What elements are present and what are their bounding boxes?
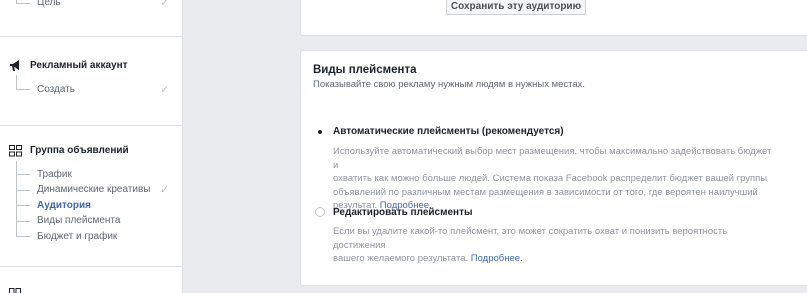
sidebar-item-create[interactable]: Создать <box>37 84 75 95</box>
tree-line <box>16 221 30 222</box>
tree-line <box>16 89 30 90</box>
check-icon: ✓ <box>160 184 170 196</box>
tree-line <box>16 3 30 4</box>
description-line: Используйте автоматический выбор мест ра… <box>333 146 772 171</box>
description-line: Если вы удалите какой-то плейсмент, это … <box>333 226 728 251</box>
description-line: охватить как можно больше людей. Система… <box>333 173 768 184</box>
sidebar-item-placements[interactable]: Виды плейсмента <box>37 215 120 226</box>
grid-icon <box>9 145 22 157</box>
check-icon: ✓ <box>160 0 170 9</box>
tree-line <box>16 190 30 191</box>
divider <box>0 266 183 267</box>
placements-title: Виды плейсмента <box>313 64 417 76</box>
sidebar-item-audience[interactable]: Аудитория <box>37 200 91 211</box>
tree-line <box>16 174 30 175</box>
megaphone-icon <box>10 60 19 71</box>
divider <box>0 36 183 37</box>
sidebar-section-ad-account[interactable]: Рекламный аккаунт <box>30 60 128 71</box>
divider <box>0 125 183 126</box>
description-line: объявлений по различным местам размещени… <box>333 186 758 198</box>
placements-subtitle: Показывайте свою рекламу нужным людям в … <box>313 79 586 90</box>
description-line: вашего желаемого результата. Подробнее. <box>333 252 773 266</box>
audience-card: Сохранить эту аудиторию <box>300 0 807 36</box>
sidebar-section-ad-group[interactable]: Группа объявлений <box>30 145 129 156</box>
check-icon: ✓ <box>160 84 170 96</box>
sidebar-item-budget-schedule[interactable]: Бюджет и график <box>37 231 117 242</box>
save-audience-button[interactable]: Сохранить эту аудиторию <box>446 0 586 15</box>
sidebar: Цель ✓ Рекламный аккаунт Создать ✓ Групп… <box>0 0 183 293</box>
radio-automatic-placements[interactable] <box>315 127 325 137</box>
grid-icon <box>9 288 21 293</box>
description-text: вашего желаемого результата. <box>333 253 469 264</box>
sidebar-item-dynamic-creatives[interactable]: Динамические креативы <box>37 184 150 195</box>
gutter <box>184 0 194 293</box>
tree-line <box>16 75 17 89</box>
radio-edit-placements[interactable] <box>315 207 325 217</box>
learn-more-link[interactable]: Подробнее. <box>471 253 523 264</box>
tree-line <box>16 236 30 237</box>
option-automatic-label[interactable]: Автоматические плейсменты (рекомендуется… <box>333 126 564 137</box>
tree-line <box>16 161 17 237</box>
sidebar-item-traffic[interactable]: Трафик <box>37 169 72 180</box>
option-edit-description: Если вы удалите какой-то плейсмент, это … <box>333 225 773 266</box>
option-automatic-description: Используйте автоматический выбор мест ра… <box>333 145 773 213</box>
option-edit-label[interactable]: Редактировать плейсменты <box>333 207 473 218</box>
tree-line <box>16 205 30 206</box>
sidebar-item-goal[interactable]: Цель <box>37 0 61 8</box>
